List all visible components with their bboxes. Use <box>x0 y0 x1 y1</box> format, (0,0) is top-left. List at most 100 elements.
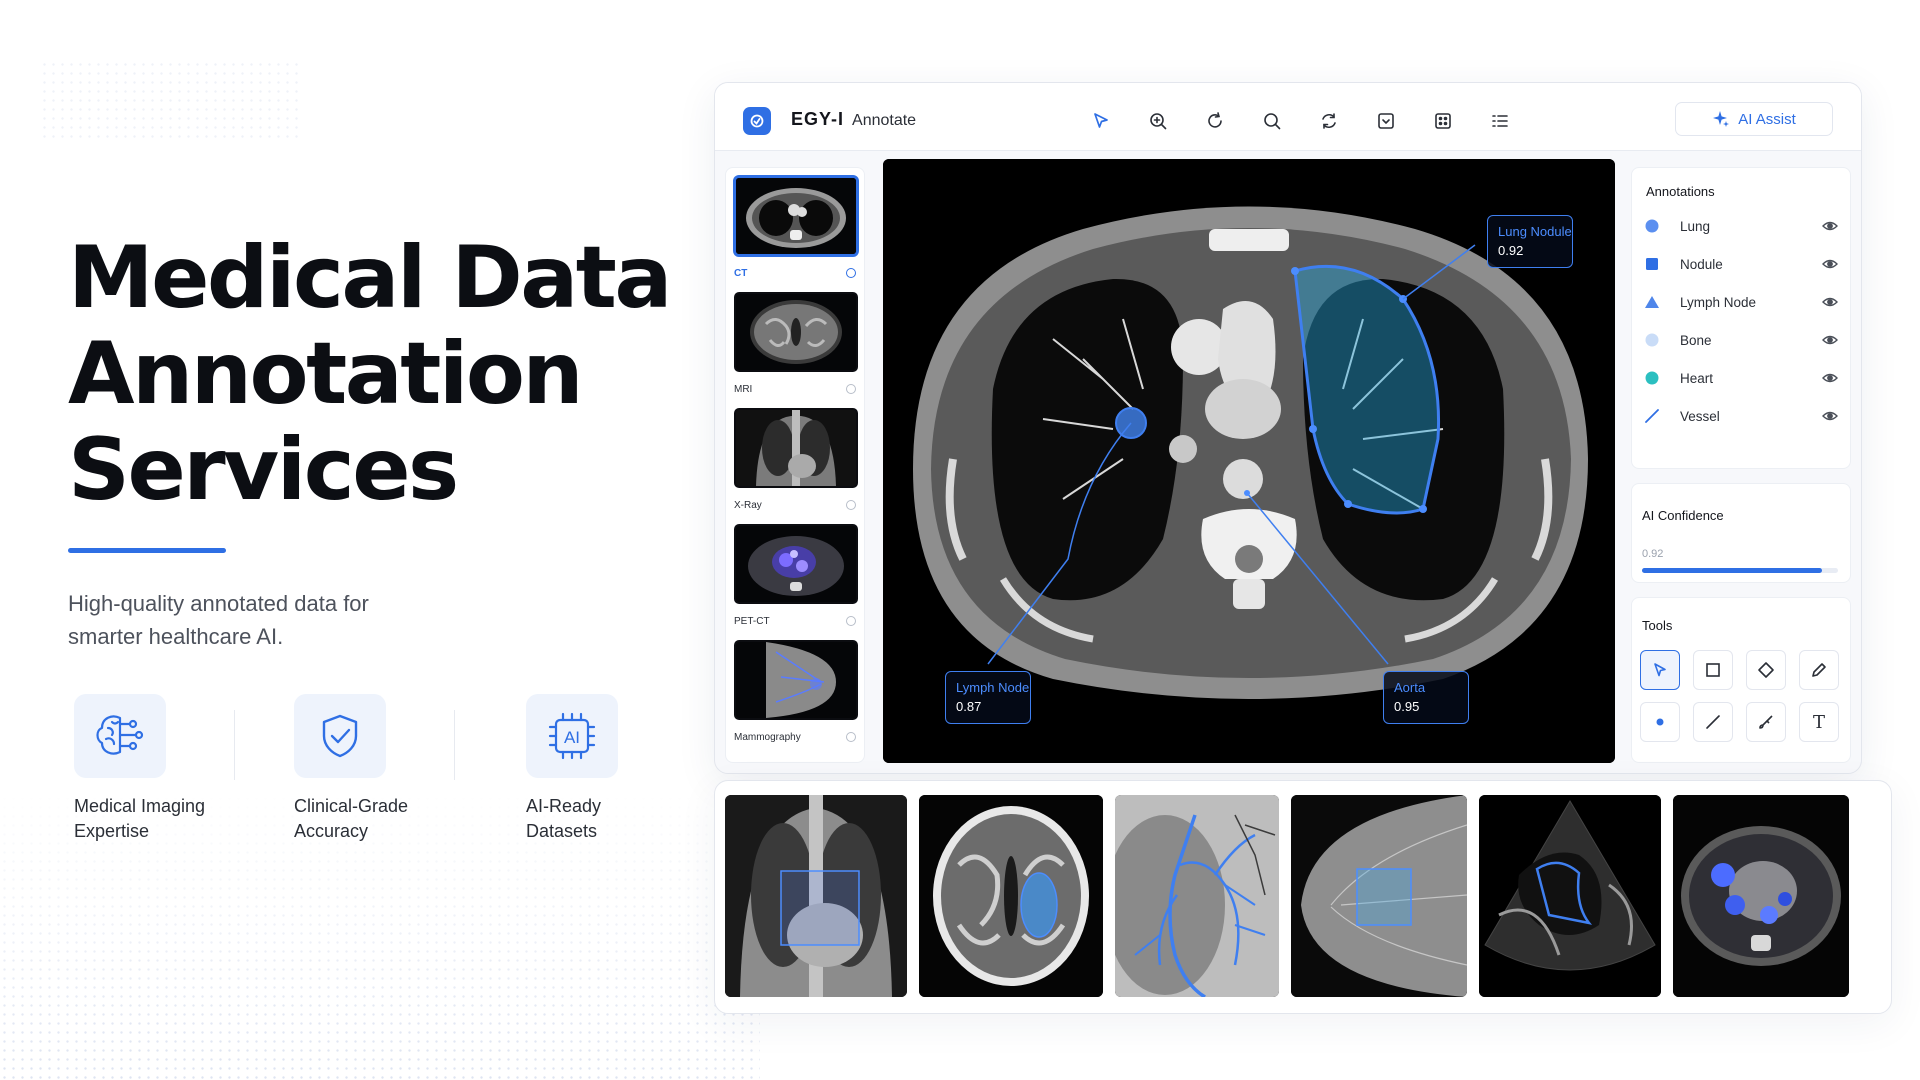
pen-tool-icon[interactable] <box>1799 650 1839 690</box>
annotation-item-bone[interactable]: Bone <box>1644 326 1838 354</box>
sample-chest-xray[interactable] <box>725 795 907 997</box>
select-tool-icon[interactable] <box>1640 650 1680 690</box>
eye-icon[interactable] <box>1822 332 1838 348</box>
feature-list: Medical Imaging Expertise Clinical-Grade… <box>66 694 666 854</box>
modality-thumbnail <box>734 292 858 372</box>
modality-thumbnail <box>734 408 858 488</box>
ai-assist-button[interactable]: AI Assist <box>1675 102 1833 136</box>
feature-ai-datasets: AI AI-Ready Datasets <box>526 694 716 844</box>
triangle-swatch-icon <box>1644 294 1660 310</box>
annotation-item-lung[interactable]: Lung <box>1644 212 1838 240</box>
circle-swatch-icon <box>1644 370 1660 386</box>
app-logo-icon <box>743 107 771 135</box>
callout-lymph-node[interactable]: Lymph Node 0.87 <box>945 671 1031 724</box>
modality-thumbnail <box>734 640 858 720</box>
hero-title: Medical Data Annotation Services <box>68 230 688 518</box>
point-tool-icon[interactable] <box>1640 702 1680 742</box>
modality-label: MRI <box>734 384 753 395</box>
modality-radio[interactable] <box>846 616 856 626</box>
modality-list: CT MRI X-Ray PET-CT Mammography <box>725 167 865 763</box>
callout-aorta[interactable]: Aorta 0.95 <box>1383 671 1469 724</box>
shield-check-icon <box>294 694 386 778</box>
decorative-dots-top <box>40 60 300 140</box>
eye-icon[interactable] <box>1822 218 1838 234</box>
line-swatch-icon <box>1644 408 1660 424</box>
annotation-item-heart[interactable]: Heart <box>1644 364 1838 392</box>
app-topbar: EGY-I Annotate AI Assist <box>715 83 1861 151</box>
feature-label-line-2: Expertise <box>74 821 150 841</box>
modality-radio[interactable] <box>846 384 856 394</box>
feature-divider <box>454 710 455 780</box>
list-icon[interactable] <box>1484 105 1516 137</box>
search-icon[interactable] <box>1256 105 1288 137</box>
eye-icon[interactable] <box>1822 370 1838 386</box>
eye-icon[interactable] <box>1822 294 1838 310</box>
sample-mammogram[interactable] <box>1291 795 1467 997</box>
sample-brain-mri[interactable] <box>919 795 1103 997</box>
annotations-panel: Annotations Lung Nodule Lymph Node Bone … <box>1631 167 1851 469</box>
annotation-label: Lymph Node <box>1680 294 1757 310</box>
sample-angiogram[interactable] <box>1115 795 1279 997</box>
polygon-tool-icon[interactable] <box>1746 650 1786 690</box>
modality-item-ct[interactable]: CT <box>734 176 858 284</box>
annotation-item-lymph-node[interactable]: Lymph Node <box>1644 288 1838 316</box>
zoom-in-icon[interactable] <box>1142 105 1174 137</box>
line-tool-icon[interactable] <box>1693 702 1733 742</box>
hero-subtitle-line-1: High-quality annotated data for <box>68 591 369 616</box>
feature-label-line-1: Clinical-Grade <box>294 796 409 816</box>
sample-pet-ct[interactable] <box>1673 795 1849 997</box>
modality-radio[interactable] <box>846 732 856 742</box>
hero-section: Medical Data Annotation Services High-qu… <box>68 230 688 653</box>
brand-name: EGY-I <box>791 109 845 129</box>
dropdown-box-icon[interactable] <box>1370 105 1402 137</box>
grid-icon[interactable] <box>1427 105 1459 137</box>
eye-icon[interactable] <box>1822 256 1838 272</box>
hero-subtitle-line-2: smarter healthcare AI. <box>68 624 284 649</box>
callout-name: Lymph Node <box>956 680 1030 695</box>
brush-tool-icon[interactable] <box>1746 702 1786 742</box>
ai-chip-text: AI <box>564 728 580 747</box>
annotation-label: Heart <box>1680 370 1714 386</box>
modality-radio[interactable] <box>846 268 856 278</box>
eye-icon[interactable] <box>1822 408 1838 424</box>
rectangle-tool-icon[interactable] <box>1693 650 1733 690</box>
annotation-item-nodule[interactable]: Nodule <box>1644 250 1838 278</box>
feature-divider <box>234 710 235 780</box>
annotations-title: Annotations <box>1646 184 1715 199</box>
modality-item-mammography[interactable]: Mammography <box>734 640 858 748</box>
hero-subtitle: High-quality annotated data for smarter … <box>68 587 488 653</box>
annotation-label: Nodule <box>1680 256 1723 272</box>
text-tool-icon[interactable]: T <box>1799 702 1839 742</box>
feature-label: Clinical-Grade Accuracy <box>294 794 484 844</box>
feature-label: AI-Ready Datasets <box>526 794 716 844</box>
pointer-icon[interactable] <box>1085 105 1117 137</box>
annotation-label: Lung <box>1680 218 1711 234</box>
feature-imaging-expertise: Medical Imaging Expertise <box>74 694 264 844</box>
app-brand: EGY-I Annotate <box>791 109 916 130</box>
feature-label-line-2: Accuracy <box>294 821 369 841</box>
annotation-item-vessel[interactable]: Vessel <box>1644 402 1838 430</box>
ai-assist-label: AI Assist <box>1738 110 1796 128</box>
ai-confidence-bar <box>1642 568 1838 573</box>
feature-clinical-accuracy: Clinical-Grade Accuracy <box>294 694 484 844</box>
sample-cardiac-ultrasound[interactable] <box>1479 795 1661 997</box>
modality-item-pet-ct[interactable]: PET-CT <box>734 524 858 632</box>
callout-lung-nodule[interactable]: Lung Nodule 0.92 <box>1487 215 1573 268</box>
modality-item-xray[interactable]: X-Ray <box>734 408 858 516</box>
brand-product: Annotate <box>852 112 917 129</box>
hero-title-line-1: Medical Data <box>68 228 672 328</box>
modality-radio[interactable] <box>846 500 856 510</box>
rotate-icon[interactable] <box>1199 105 1231 137</box>
annotation-label: Bone <box>1680 332 1712 348</box>
ct-image-viewer[interactable]: Lung Nodule 0.92 Lymph Node 0.87 Aorta 0… <box>883 159 1615 763</box>
modality-label: Mammography <box>734 732 801 743</box>
callout-value: 0.95 <box>1394 699 1420 714</box>
circle-swatch-icon <box>1644 332 1660 348</box>
ai-chip-icon: AI <box>526 694 618 778</box>
callout-value: 0.87 <box>956 699 982 714</box>
sparkle-icon <box>1713 111 1730 127</box>
tools-title: Tools <box>1642 618 1673 633</box>
reset-view-icon[interactable] <box>1313 105 1345 137</box>
callout-name: Aorta <box>1394 680 1426 695</box>
modality-item-mri[interactable]: MRI <box>734 292 858 400</box>
